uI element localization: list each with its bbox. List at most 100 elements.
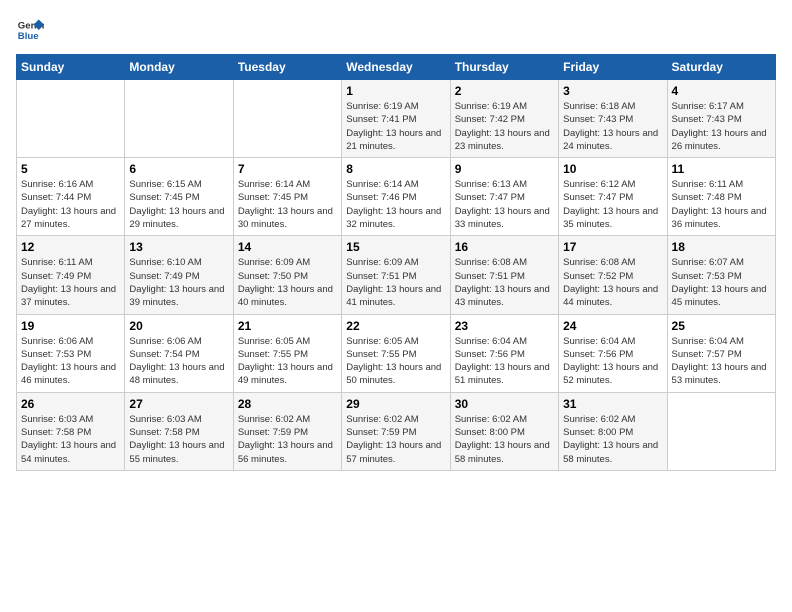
column-header-tuesday: Tuesday [233,55,341,80]
calendar-cell: 7 Sunrise: 6:14 AM Sunset: 7:45 PM Daylig… [233,158,341,236]
day-number: 25 [672,319,771,333]
day-number: 24 [563,319,662,333]
day-number: 8 [346,162,445,176]
logo-icon: General Blue [16,16,44,44]
calendar-week-1: 1Sunrise: 6:19 AM Sunset: 7:41 PM Daylig… [17,80,776,158]
day-number: 26 [21,397,120,411]
calendar-cell: 13 Sunrise: 6:10 AM Sunset: 7:49 PM Dayli… [125,236,233,314]
day-info: Sunrise: 6:06 AM Sunset: 7:54 PM Dayligh… [129,335,228,388]
calendar-cell: 24 Sunrise: 6:04 AM Sunset: 7:56 PM Dayli… [559,314,667,392]
calendar-cell: 1Sunrise: 6:19 AM Sunset: 7:41 PM Daylig… [342,80,450,158]
column-header-sunday: Sunday [17,55,125,80]
calendar-table: SundayMondayTuesdayWednesdayThursdayFrid… [16,54,776,471]
calendar-cell: 30 Sunrise: 6:02 AM Sunset: 8:00 PM Dayli… [450,392,558,470]
day-info: Sunrise: 6:12 AM Sunset: 7:47 PM Dayligh… [563,178,662,231]
day-info: Sunrise: 6:19 AM Sunset: 7:42 PM Dayligh… [455,100,554,153]
calendar-cell: 11Sunrise: 6:11 AM Sunset: 7:48 PM Dayli… [667,158,775,236]
day-number: 18 [672,240,771,254]
day-info: Sunrise: 6:18 AM Sunset: 7:43 PM Dayligh… [563,100,662,153]
calendar-cell: 28 Sunrise: 6:02 AM Sunset: 7:59 PM Dayli… [233,392,341,470]
calendar-cell [233,80,341,158]
header-row: SundayMondayTuesdayWednesdayThursdayFrid… [17,55,776,80]
day-info: Sunrise: 6:13 AM Sunset: 7:47 PM Dayligh… [455,178,554,231]
calendar-cell: 19 Sunrise: 6:06 AM Sunset: 7:53 PM Dayli… [17,314,125,392]
day-info: Sunrise: 6:07 AM Sunset: 7:53 PM Dayligh… [672,256,771,309]
calendar-cell: 25 Sunrise: 6:04 AM Sunset: 7:57 PM Dayli… [667,314,775,392]
day-info: Sunrise: 6:08 AM Sunset: 7:52 PM Dayligh… [563,256,662,309]
day-info: Sunrise: 6:04 AM Sunset: 7:56 PM Dayligh… [563,335,662,388]
column-header-thursday: Thursday [450,55,558,80]
day-number: 23 [455,319,554,333]
calendar-cell: 23 Sunrise: 6:04 AM Sunset: 7:56 PM Dayli… [450,314,558,392]
column-header-monday: Monday [125,55,233,80]
day-number: 2 [455,84,554,98]
day-number: 10 [563,162,662,176]
day-number: 4 [672,84,771,98]
day-info: Sunrise: 6:14 AM Sunset: 7:46 PM Dayligh… [346,178,445,231]
day-number: 19 [21,319,120,333]
calendar-cell: 16Sunrise: 6:08 AM Sunset: 7:51 PM Dayli… [450,236,558,314]
calendar-cell [667,392,775,470]
calendar-cell: 14 Sunrise: 6:09 AM Sunset: 7:50 PM Dayli… [233,236,341,314]
day-info: Sunrise: 6:10 AM Sunset: 7:49 PM Dayligh… [129,256,228,309]
day-number: 12 [21,240,120,254]
day-number: 15 [346,240,445,254]
calendar-cell: 4 Sunrise: 6:17 AM Sunset: 7:43 PM Daylig… [667,80,775,158]
svg-text:Blue: Blue [18,31,39,42]
day-info: Sunrise: 6:04 AM Sunset: 7:56 PM Dayligh… [455,335,554,388]
day-number: 28 [238,397,337,411]
calendar-cell: 21 Sunrise: 6:05 AM Sunset: 7:55 PM Dayli… [233,314,341,392]
day-info: Sunrise: 6:02 AM Sunset: 8:00 PM Dayligh… [455,413,554,466]
day-number: 16 [455,240,554,254]
calendar-cell: 5Sunrise: 6:16 AM Sunset: 7:44 PM Daylig… [17,158,125,236]
calendar-cell: 8 Sunrise: 6:14 AM Sunset: 7:46 PM Daylig… [342,158,450,236]
page-header: General Blue [16,16,776,44]
day-info: Sunrise: 6:05 AM Sunset: 7:55 PM Dayligh… [346,335,445,388]
day-info: Sunrise: 6:03 AM Sunset: 7:58 PM Dayligh… [21,413,120,466]
calendar-cell: 20Sunrise: 6:06 AM Sunset: 7:54 PM Dayli… [125,314,233,392]
day-number: 14 [238,240,337,254]
column-header-saturday: Saturday [667,55,775,80]
day-info: Sunrise: 6:04 AM Sunset: 7:57 PM Dayligh… [672,335,771,388]
calendar-cell: 26 Sunrise: 6:03 AM Sunset: 7:58 PM Dayli… [17,392,125,470]
day-info: Sunrise: 6:05 AM Sunset: 7:55 PM Dayligh… [238,335,337,388]
calendar-cell: 29 Sunrise: 6:02 AM Sunset: 7:59 PM Dayli… [342,392,450,470]
calendar-week-2: 5Sunrise: 6:16 AM Sunset: 7:44 PM Daylig… [17,158,776,236]
day-number: 3 [563,84,662,98]
calendar-cell: 2 Sunrise: 6:19 AM Sunset: 7:42 PM Daylig… [450,80,558,158]
column-header-wednesday: Wednesday [342,55,450,80]
day-number: 6 [129,162,228,176]
day-info: Sunrise: 6:11 AM Sunset: 7:48 PM Dayligh… [672,178,771,231]
day-number: 17 [563,240,662,254]
day-number: 7 [238,162,337,176]
calendar-cell: 17 Sunrise: 6:08 AM Sunset: 7:52 PM Dayli… [559,236,667,314]
day-number: 30 [455,397,554,411]
day-number: 9 [455,162,554,176]
calendar-cell: 22Sunrise: 6:05 AM Sunset: 7:55 PM Dayli… [342,314,450,392]
day-info: Sunrise: 6:17 AM Sunset: 7:43 PM Dayligh… [672,100,771,153]
day-number: 13 [129,240,228,254]
logo: General Blue [16,16,44,44]
calendar-cell: 15 Sunrise: 6:09 AM Sunset: 7:51 PM Dayli… [342,236,450,314]
calendar-cell: 27Sunrise: 6:03 AM Sunset: 7:58 PM Dayli… [125,392,233,470]
column-header-friday: Friday [559,55,667,80]
day-info: Sunrise: 6:02 AM Sunset: 7:59 PM Dayligh… [346,413,445,466]
day-number: 31 [563,397,662,411]
day-info: Sunrise: 6:03 AM Sunset: 7:58 PM Dayligh… [129,413,228,466]
day-info: Sunrise: 6:09 AM Sunset: 7:51 PM Dayligh… [346,256,445,309]
day-info: Sunrise: 6:06 AM Sunset: 7:53 PM Dayligh… [21,335,120,388]
calendar-cell [17,80,125,158]
day-info: Sunrise: 6:19 AM Sunset: 7:41 PM Dayligh… [346,100,445,153]
calendar-week-4: 19 Sunrise: 6:06 AM Sunset: 7:53 PM Dayli… [17,314,776,392]
calendar-week-3: 12Sunrise: 6:11 AM Sunset: 7:49 PM Dayli… [17,236,776,314]
calendar-cell: 6Sunrise: 6:15 AM Sunset: 7:45 PM Daylig… [125,158,233,236]
day-number: 21 [238,319,337,333]
calendar-cell: 9 Sunrise: 6:13 AM Sunset: 7:47 PM Daylig… [450,158,558,236]
day-number: 29 [346,397,445,411]
day-info: Sunrise: 6:09 AM Sunset: 7:50 PM Dayligh… [238,256,337,309]
day-info: Sunrise: 6:02 AM Sunset: 7:59 PM Dayligh… [238,413,337,466]
calendar-cell: 10 Sunrise: 6:12 AM Sunset: 7:47 PM Dayli… [559,158,667,236]
day-info: Sunrise: 6:14 AM Sunset: 7:45 PM Dayligh… [238,178,337,231]
calendar-week-5: 26 Sunrise: 6:03 AM Sunset: 7:58 PM Dayli… [17,392,776,470]
calendar-cell: 31Sunrise: 6:02 AM Sunset: 8:00 PM Dayli… [559,392,667,470]
